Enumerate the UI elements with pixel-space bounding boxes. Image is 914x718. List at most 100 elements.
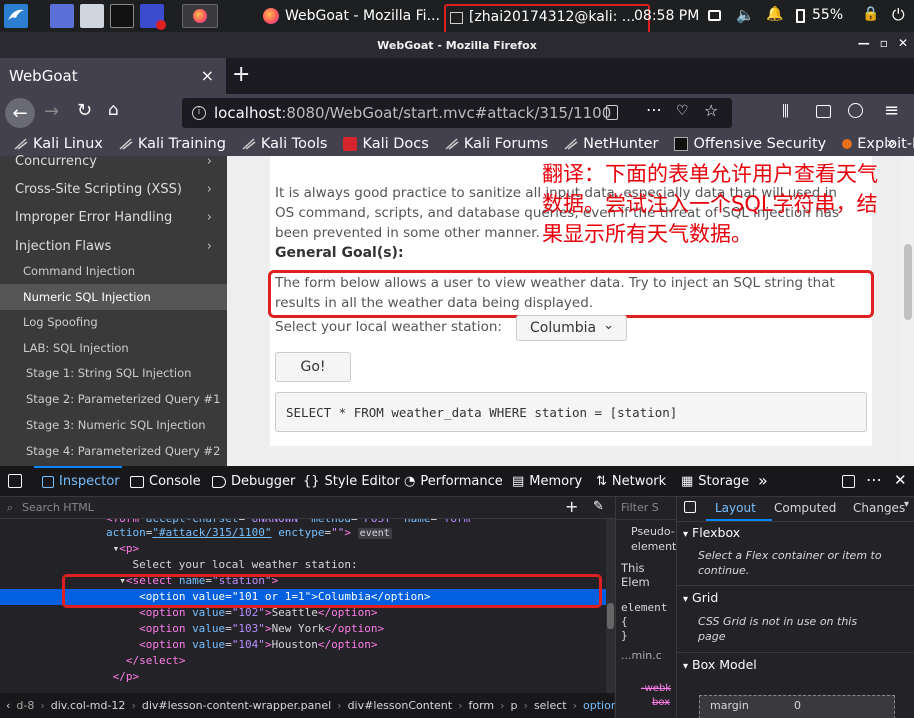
tree-line[interactable]: ▾<p> [0, 541, 606, 557]
breadcrumb-item[interactable]: form [468, 699, 494, 712]
bookmark-kali-tools[interactable]: Kali Tools [242, 136, 327, 152]
files-icon[interactable] [80, 4, 104, 28]
back-button[interactable]: ← [5, 98, 35, 128]
tree-line[interactable]: action="#attack/315/1100" enctype=""> ev… [0, 525, 606, 541]
desktop-icon[interactable] [50, 4, 74, 28]
library-icon[interactable]: ⫼ [782, 102, 789, 120]
lock-icon[interactable]: 🔒 [862, 6, 879, 22]
margin-value[interactable]: 0 [794, 699, 801, 712]
account-icon[interactable] [848, 103, 863, 118]
battery-icon[interactable] [796, 9, 805, 23]
bookmarks-overflow-icon[interactable]: » [886, 133, 896, 152]
tree-line[interactable]: Select your local weather station: [0, 557, 606, 573]
sidebar-subitem-log-spoofing[interactable]: Log Spoofing [0, 315, 227, 329]
bookmark-offensive-security[interactable]: Offensive Security [674, 136, 826, 152]
tabs-overflow-icon[interactable]: » [758, 471, 768, 490]
sidebar-item-error-handling[interactable]: Improper Error Handling › [0, 210, 227, 225]
sidebar-toggle-icon[interactable] [816, 105, 831, 118]
tree-scrollbar[interactable] [606, 519, 615, 693]
bookmark-star-icon[interactable]: ☆ [704, 101, 718, 120]
devtools-close-icon[interactable]: ✕ [894, 471, 907, 489]
minimize-icon[interactable]: — [858, 36, 870, 50]
terminal-icon[interactable] [110, 4, 134, 28]
tab-inspector[interactable]: Inspector [42, 474, 120, 489]
bookmark-nethunter[interactable]: NetHunter [564, 136, 658, 152]
menu-icon[interactable]: ≡ [884, 100, 899, 121]
box-model-section-toggle[interactable]: ▾ Box Model [683, 657, 757, 672]
sidebar-subitem-stage4[interactable]: Stage 4: Parameterized Query #2 [0, 444, 227, 458]
pocket-icon[interactable]: ♡ [676, 103, 689, 119]
add-node-icon[interactable]: + [565, 497, 578, 516]
home-button[interactable]: ⌂ [108, 100, 119, 120]
eyedropper-icon[interactable]: ✎ [593, 499, 604, 514]
sidebar-subitem-lab-sql[interactable]: LAB: SQL Injection [0, 341, 227, 355]
grid-section-toggle[interactable]: ▾ Grid [683, 590, 718, 605]
bookmark-kali-training[interactable]: Kali Training [119, 136, 226, 152]
tree-line[interactable]: </p> [0, 669, 606, 685]
breadcrumb-item[interactable]: select [534, 699, 567, 712]
breadcrumb-item[interactable]: d-8 [16, 699, 34, 712]
tab-performance[interactable]: ◔ Performance [404, 474, 503, 489]
reader-view-icon[interactable] [606, 105, 618, 120]
stylesheet-link[interactable]: ...min.c [621, 649, 662, 662]
scrollbar-thumb[interactable] [904, 244, 912, 320]
breadcrumb-item[interactable]: div#lesson-content-wrapper.panel [142, 699, 331, 712]
sidebar-subitem-command-injection[interactable]: Command Injection [0, 264, 227, 278]
breadcrumb-item-selected[interactable]: option [583, 699, 618, 712]
new-tab-button[interactable]: + [232, 62, 250, 87]
clock[interactable]: 08:58 PM [634, 8, 699, 24]
tab-network[interactable]: ⇅ Network [596, 474, 666, 489]
tab-memory[interactable]: ▤ Memory [512, 474, 582, 489]
notification-icon[interactable]: 🔔 [766, 6, 783, 22]
tab-layout[interactable]: Layout [715, 501, 756, 515]
tab-console[interactable]: Console [130, 474, 201, 489]
search-html-input[interactable]: ⌕ Search HTML + ✎ [0, 497, 615, 519]
station-select[interactable]: Columbia ⌄ [516, 315, 627, 341]
screen-icon[interactable] [708, 10, 721, 21]
page-actions-icon[interactable]: ⋯ [646, 100, 662, 119]
sidebar-toggle-icon[interactable] [684, 501, 696, 513]
breadcrumb-back-icon[interactable]: ‹ [6, 699, 10, 712]
tree-scrollbar-thumb[interactable] [607, 603, 614, 629]
sidebar-subitem-stage2[interactable]: Stage 2: Parameterized Query #1 [0, 392, 227, 406]
forward-button[interactable]: → [44, 101, 59, 122]
chevron-down-icon[interactable]: ▾ [904, 499, 909, 510]
tab-webgoat[interactable]: WebGoat × [0, 58, 226, 94]
bookmark-kali-docs[interactable]: Kali Docs [343, 136, 429, 152]
page-scrollbar[interactable] [902, 156, 914, 466]
filter-styles-input[interactable]: Filter S [621, 501, 659, 514]
sidebar-subitem-stage3[interactable]: Stage 3: Numeric SQL Injection [0, 418, 227, 432]
sidebar-item-concurrency[interactable]: Concurrency › [0, 154, 227, 169]
devtools-menu-icon[interactable]: ⋯ [866, 470, 882, 489]
bookmark-kali-forums[interactable]: Kali Forums [445, 136, 548, 152]
tab-style-editor[interactable]: {} Style Editor [303, 474, 400, 489]
tab-debugger[interactable]: Debugger [212, 474, 295, 489]
sidebar-item-injection-flaws[interactable]: Injection Flaws › [0, 239, 227, 254]
tab-storage[interactable]: ▦ Storage [681, 474, 749, 489]
reload-button[interactable]: ↻ [77, 100, 92, 121]
flexbox-section-toggle[interactable]: ▾ Flexbox [683, 525, 740, 540]
close-window-icon[interactable]: ✕ [898, 36, 908, 50]
kali-menu-icon[interactable] [4, 4, 28, 28]
dock-icon[interactable] [842, 475, 855, 488]
tab-computed[interactable]: Computed [774, 501, 836, 515]
sidebar-item-xss[interactable]: Cross-Site Scripting (XSS) › [0, 182, 227, 197]
tab-close-icon[interactable]: × [201, 66, 214, 85]
sidebar-subitem-stage1[interactable]: Stage 1: String SQL Injection [0, 366, 227, 380]
go-button[interactable]: Go! [275, 352, 351, 382]
volume-icon[interactable]: 🔈 [736, 6, 755, 24]
tree-line[interactable]: <option value="104">Houston</option> [0, 637, 606, 653]
sidebar-subitem-numeric-sql[interactable]: Numeric SQL Injection [0, 284, 227, 310]
tab-changes[interactable]: Changes [853, 501, 905, 515]
url-bar[interactable]: i localhost:8080/WebGoat/start.mvc#attac… [182, 98, 732, 128]
bookmark-exploit-db[interactable]: Exploit-DB [842, 136, 914, 152]
info-icon[interactable]: i [192, 106, 206, 120]
tree-line[interactable]: </select> [0, 653, 606, 669]
power-icon[interactable]: ⏻ [892, 5, 905, 25]
element-picker-icon[interactable] [8, 474, 22, 488]
firefox-task-button[interactable]: WebGoat - Mozilla Fi... [263, 2, 443, 30]
tree-line[interactable]: <option value="103">New York</option> [0, 621, 606, 637]
bookmark-kali-linux[interactable]: Kali Linux [14, 136, 103, 152]
recorder-icon[interactable] [140, 4, 166, 30]
maximize-icon[interactable]: ▫ [880, 36, 888, 50]
